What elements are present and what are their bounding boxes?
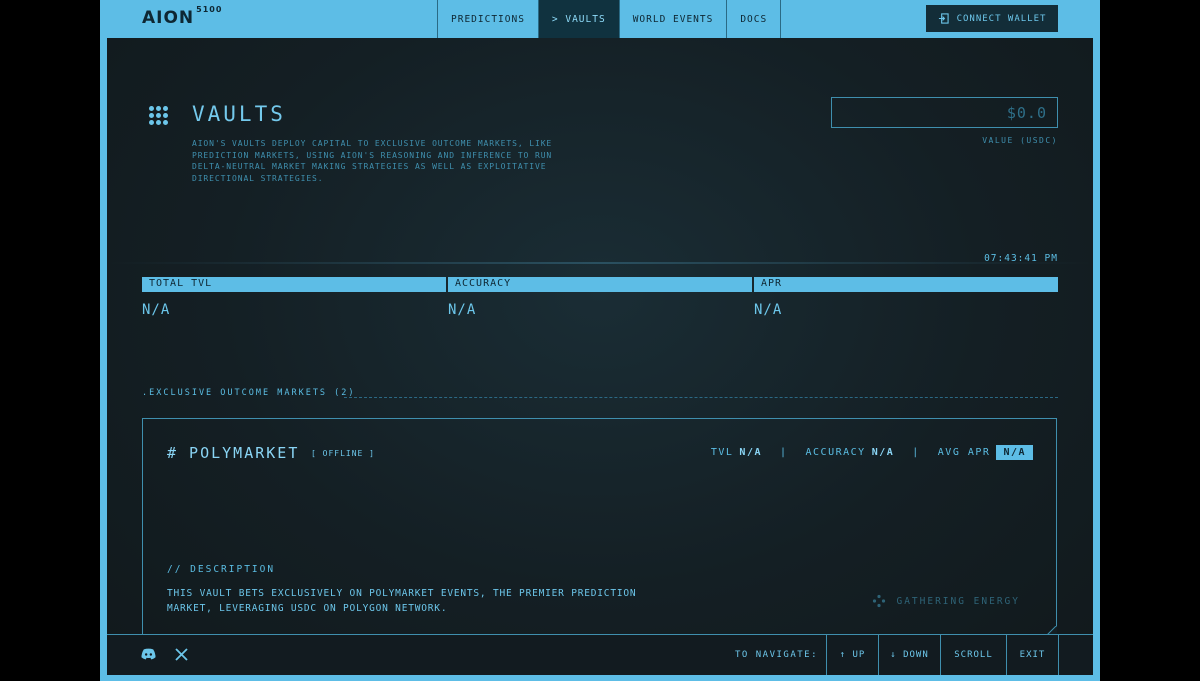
logo-text: AION bbox=[142, 8, 195, 28]
stat-header: ACCURACY bbox=[448, 277, 752, 292]
tvl-value: N/A bbox=[739, 447, 762, 458]
glow-divider bbox=[107, 262, 1093, 264]
vault-value-label: VALUE (USDC) bbox=[982, 136, 1058, 145]
page-title: VAULTS bbox=[192, 102, 286, 126]
gathering-energy-label: GATHERING ENERGY bbox=[896, 595, 1020, 607]
sparkle-icon bbox=[873, 594, 886, 608]
tab-world-events[interactable]: WORLD EVENTS bbox=[620, 0, 728, 38]
logo[interactable]: AION 5100 bbox=[142, 5, 223, 28]
footer-bar: TO NAVIGATE: ↑ UP ↓ DOWN SCROLL EXIT bbox=[107, 634, 1093, 675]
stat-header: TOTAL TVL bbox=[142, 277, 446, 292]
stat-header: APR bbox=[754, 277, 1058, 292]
nav-keys: ↑ UP ↓ DOWN SCROLL EXIT bbox=[826, 635, 1059, 675]
metric-separator: | bbox=[779, 447, 788, 458]
accuracy-value: N/A bbox=[871, 447, 895, 458]
stat-value: N/A bbox=[754, 302, 783, 318]
avg-apr-label: AVG APR bbox=[937, 447, 991, 458]
nav-tabs: PREDICTIONS > VAULTS WORLD EVENTS DOCS bbox=[437, 0, 782, 38]
nav-scroll-button[interactable]: SCROLL bbox=[941, 635, 1007, 675]
vault-card-title: # POLYMARKET bbox=[167, 444, 300, 462]
tab-vaults[interactable]: > VAULTS bbox=[538, 0, 620, 38]
connect-wallet-button[interactable]: CONNECT WALLET bbox=[926, 5, 1058, 32]
connect-wallet-label: CONNECT WALLET bbox=[956, 13, 1047, 24]
vault-grid-icon bbox=[149, 106, 168, 125]
status-badge: [ OFFLINE ] bbox=[311, 449, 375, 458]
stat-value: N/A bbox=[448, 302, 477, 318]
app-frame: AION 5100 PREDICTIONS > VAULTS WORLD EVEN… bbox=[100, 0, 1100, 681]
x-icon[interactable] bbox=[175, 648, 188, 661]
nav-exit-button[interactable]: EXIT bbox=[1007, 635, 1059, 675]
clock: 07:43:41 PM bbox=[984, 253, 1058, 264]
logo-superscript: 5100 bbox=[196, 5, 223, 15]
page-description: AION'S VAULTS DEPLOY CAPITAL TO EXCLUSIV… bbox=[192, 139, 553, 183]
login-icon bbox=[938, 13, 949, 24]
avg-apr-value: N/A bbox=[996, 445, 1033, 460]
navigate-hint: TO NAVIGATE: bbox=[735, 650, 819, 660]
gathering-energy-indicator: GATHERING ENERGY bbox=[872, 594, 1020, 608]
section-label: .EXCLUSIVE OUTCOME MARKETS (2) bbox=[142, 388, 356, 398]
stat-value: N/A bbox=[142, 302, 171, 318]
accuracy-label: ACCURACY bbox=[805, 447, 866, 458]
nav-up-button[interactable]: ↑ UP bbox=[827, 635, 879, 675]
stat-apr: APR N/A bbox=[754, 277, 1058, 318]
description-label: // DESCRIPTION bbox=[167, 564, 276, 575]
stat-accuracy: ACCURACY N/A bbox=[448, 277, 752, 318]
nav-down-button[interactable]: ↓ DOWN bbox=[879, 635, 941, 675]
metric-separator: | bbox=[912, 447, 920, 458]
vault-value-display: $0.0 bbox=[831, 97, 1058, 128]
description-text: THIS VAULT BETS EXCLUSIVELY ON POLYMARKE… bbox=[167, 588, 637, 614]
vault-metrics: TVL N/A | ACCURACY N/A | AVG APR N/A bbox=[711, 445, 1033, 460]
vault-card-polymarket[interactable]: # POLYMARKET [ OFFLINE ] TVL N/A | ACCUR… bbox=[142, 418, 1057, 648]
tvl-label: TVL bbox=[710, 447, 734, 458]
tab-docs[interactable]: DOCS bbox=[727, 0, 782, 38]
section-divider bbox=[344, 397, 1058, 398]
stat-total-tvl: TOTAL TVL N/A bbox=[142, 277, 446, 318]
tab-predictions[interactable]: PREDICTIONS bbox=[438, 0, 539, 38]
main-panel: VAULTS AION'S VAULTS DEPLOY CAPITAL TO E… bbox=[107, 38, 1093, 675]
top-nav: AION 5100 PREDICTIONS > VAULTS WORLD EVEN… bbox=[100, 0, 1100, 38]
discord-icon[interactable] bbox=[141, 648, 156, 660]
